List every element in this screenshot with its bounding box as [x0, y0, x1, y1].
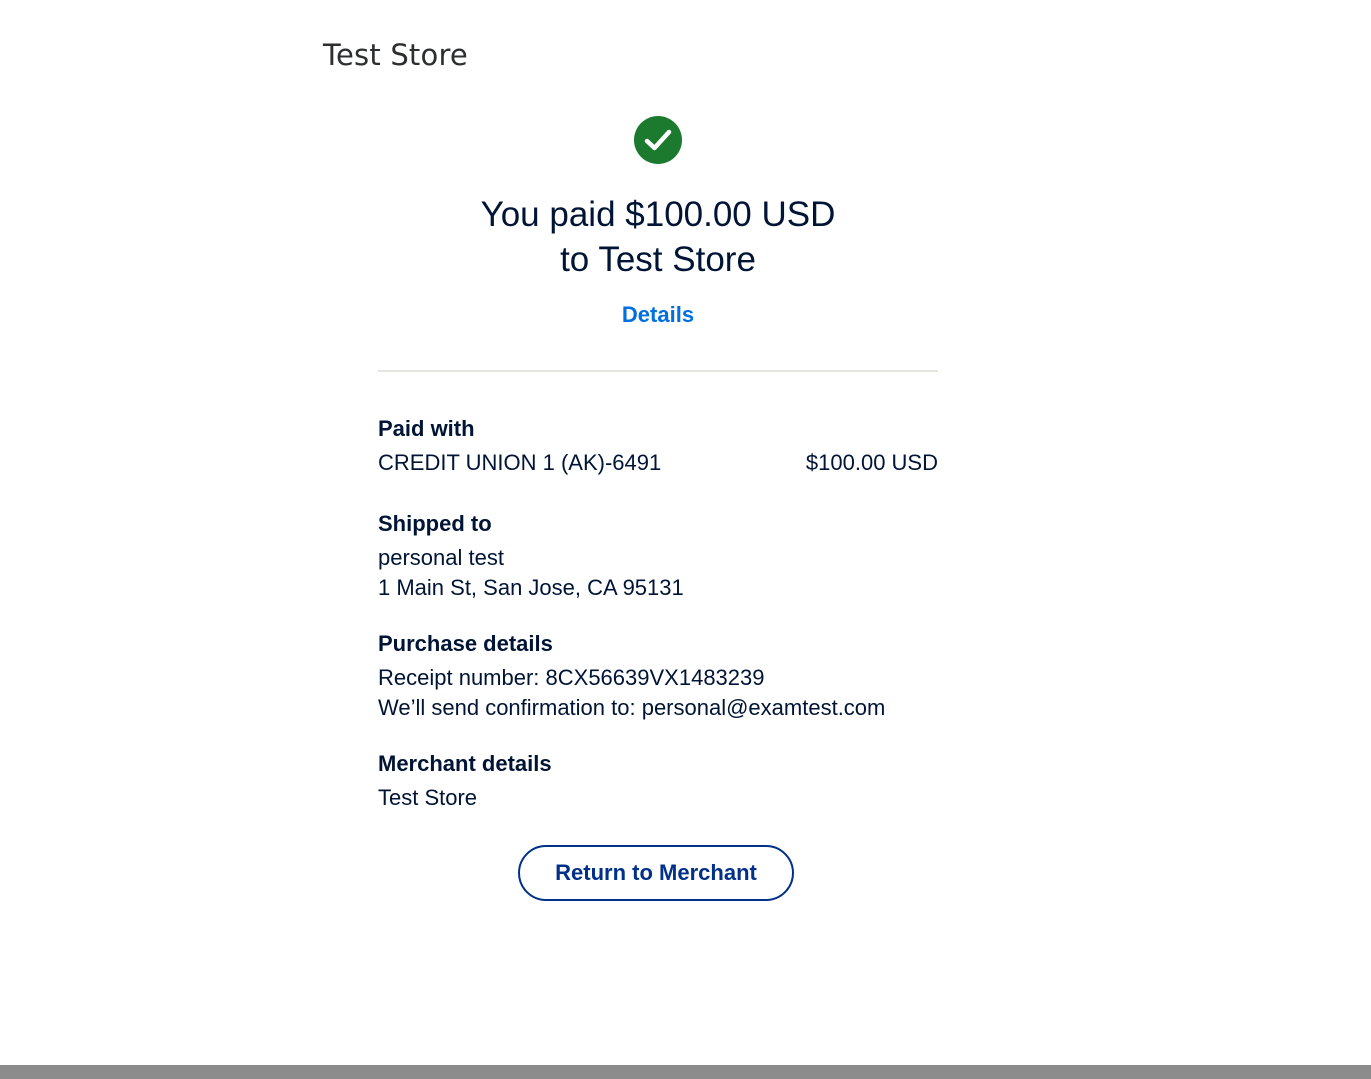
shipped-to-title: Shipped to: [378, 511, 492, 536]
payment-confirmation-heading: You paid $100.00 USD to Test Store: [0, 192, 1316, 282]
paid-with-section: Paid with CREDIT UNION 1 (AK)-6491 $100.…: [378, 414, 938, 478]
return-to-merchant-button[interactable]: Return to Merchant: [518, 845, 794, 901]
check-circle-icon: [634, 116, 682, 164]
bottom-scrollbar[interactable]: [0, 1065, 1371, 1079]
confirmation-email: We’ll send confirmation to: personal@exa…: [378, 695, 886, 720]
merchant-details-section: Merchant details Test Store: [378, 749, 938, 813]
shipping-address: 1 Main St, San Jose, CA 95131: [378, 575, 684, 600]
payment-amount: $100.00 USD: [805, 450, 938, 475]
divider: [378, 370, 938, 372]
purchase-details-section: Purchase details Receipt number: 8CX5663…: [378, 629, 938, 723]
paid-with-title: Paid with: [378, 416, 475, 441]
store-name: Test Store: [323, 38, 468, 72]
headline-amount: You paid $100.00 USD: [480, 195, 836, 234]
purchase-details-title: Purchase details: [378, 631, 553, 656]
shipping-name: personal test: [378, 545, 504, 570]
merchant-details-title: Merchant details: [378, 751, 552, 776]
receipt-number: Receipt number: 8CX56639VX1483239: [378, 665, 765, 690]
headline-recipient: to Test Store: [560, 240, 756, 279]
payment-method-row: CREDIT UNION 1 (AK)-6491 $100.00 USD: [378, 448, 938, 478]
payment-method: CREDIT UNION 1 (AK)-6491: [378, 450, 662, 475]
shipped-to-section: Shipped to personal test 1 Main St, San …: [378, 509, 938, 603]
details-link[interactable]: Details: [0, 302, 1316, 328]
merchant-name: Test Store: [378, 785, 478, 810]
